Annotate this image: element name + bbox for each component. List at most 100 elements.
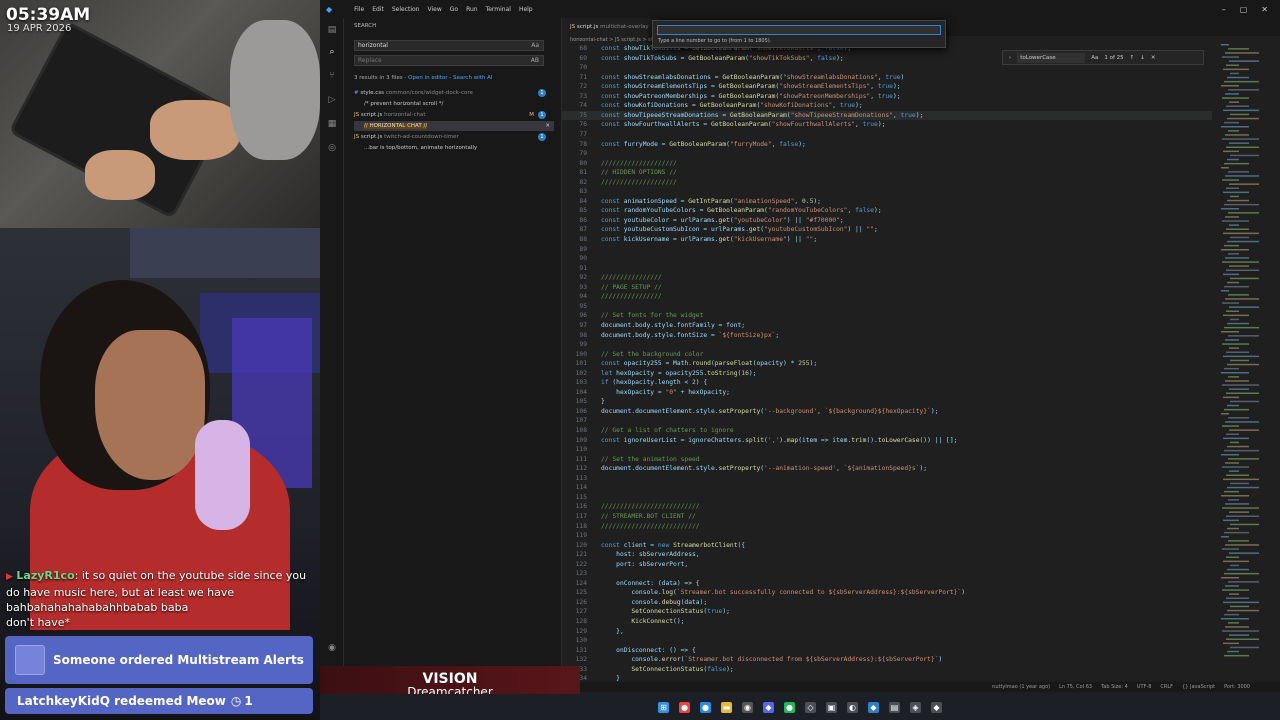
- tab-script-js[interactable]: JS script.js multichat-overlay: [562, 18, 657, 36]
- app-icon[interactable]: ▣: [826, 701, 837, 713]
- status-item[interactable]: UTF-8: [1137, 684, 1152, 690]
- menu-item[interactable]: View: [427, 6, 441, 13]
- folder-icon[interactable]: ▬: [721, 701, 732, 713]
- app-icon[interactable]: ▤: [889, 701, 900, 713]
- spotify-icon[interactable]: ●: [784, 701, 795, 713]
- extensions-icon[interactable]: ▦: [326, 118, 338, 130]
- explorer-icon[interactable]: ▤: [326, 24, 338, 36]
- chrome-icon[interactable]: ●: [679, 701, 690, 713]
- code-line[interactable]: 115: [562, 493, 1212, 503]
- code-line[interactable]: 75 const showTipeeeStreamDonations = GetB…: [562, 110, 1212, 121]
- code-line[interactable]: 79: [562, 149, 1212, 159]
- code-line[interactable]: 89: [562, 245, 1212, 255]
- search-with-ai-link[interactable]: Search with AI: [453, 75, 492, 81]
- status-item[interactable]: Ln 75, Col 63: [1059, 684, 1092, 690]
- code-line[interactable]: 84 const animationSpeed = GetIntParam("an…: [562, 197, 1212, 207]
- find-case-toggle[interactable]: Aa: [1091, 55, 1098, 61]
- code-line[interactable]: 130: [562, 636, 1212, 646]
- open-in-editor-link[interactable]: Open in editor: [408, 75, 447, 81]
- code-line[interactable]: 88 const kickUsername = urlParams.get("ki…: [562, 235, 1212, 245]
- status-item[interactable]: Port: 3000: [1224, 684, 1250, 690]
- code-line[interactable]: 110: [562, 445, 1212, 455]
- code-line[interactable]: 129 },: [562, 627, 1212, 637]
- result-match[interactable]: ...bar is top/bottom, animate horizontal…: [354, 143, 554, 153]
- code-line[interactable]: 111 // Set the animation speed: [562, 455, 1212, 465]
- code-line[interactable]: 126 console.debug(data);: [562, 598, 1212, 608]
- code-line[interactable]: 128 KickConnect();: [562, 617, 1212, 627]
- code-line[interactable]: 72 const showStreamElementsTips = GetBool…: [562, 82, 1212, 92]
- result-match[interactable]: /* prevent horizontal scroll */: [354, 99, 554, 109]
- menu-item[interactable]: Terminal: [486, 6, 511, 13]
- menu-item[interactable]: File: [354, 6, 364, 13]
- code-line[interactable]: 122 port: sbServerPort,: [562, 560, 1212, 570]
- code-line[interactable]: 117 // STREAMER.BOT CLIENT //: [562, 512, 1212, 522]
- find-input[interactable]: toLowerCase: [1017, 52, 1086, 63]
- app-icon[interactable]: ◈: [910, 701, 921, 713]
- find-close-icon[interactable]: ✕: [1151, 55, 1156, 61]
- code-line[interactable]: 102 let hexOpacity = opacity255.toString(…: [562, 369, 1212, 379]
- code-line[interactable]: 78 const furryMode = GetBooleanParam("fur…: [562, 140, 1212, 150]
- code-line[interactable]: 85 const randomYouTubeColors = GetBoolean…: [562, 206, 1212, 216]
- code-line[interactable]: 120 const client = new StreamerbotClient(…: [562, 541, 1212, 551]
- menu-item[interactable]: Run: [466, 6, 478, 13]
- start-icon[interactable]: ⊞: [658, 701, 669, 713]
- code-line[interactable]: 125 console.log(`Streamer.bot successful…: [562, 588, 1212, 598]
- search-input[interactable]: horizontal Aa: [354, 40, 544, 51]
- code-line[interactable]: 96 // Set fonts for the widget: [562, 311, 1212, 321]
- dismiss-icon[interactable]: ✕: [545, 121, 550, 131]
- discord-icon[interactable]: ◆: [763, 701, 774, 713]
- minimize-icon[interactable]: –: [1222, 5, 1226, 14]
- code-line[interactable]: 116 //////////////////////////: [562, 502, 1212, 512]
- code-line[interactable]: 119: [562, 531, 1212, 541]
- code-line[interactable]: 112 document.documentElement.style.setPro…: [562, 464, 1212, 474]
- code-line[interactable]: 99: [562, 340, 1212, 350]
- code-line[interactable]: 76 const showFourthwallAlerts = GetBoolea…: [562, 120, 1212, 130]
- match-case-toggle[interactable]: Aa: [531, 41, 539, 50]
- code-line[interactable]: 131 onDisconnect: () => {: [562, 646, 1212, 656]
- maximize-icon[interactable]: ▢: [1240, 5, 1248, 14]
- next-match-icon[interactable]: ↓: [1140, 55, 1145, 61]
- status-item[interactable]: Tab Size: 4: [1101, 684, 1128, 690]
- code-line[interactable]: 107: [562, 416, 1212, 426]
- code-line[interactable]: 90: [562, 254, 1212, 264]
- result-file[interactable]: JS script.js horizontal-chat M 1: [354, 110, 554, 120]
- code-line[interactable]: 113: [562, 474, 1212, 484]
- code-line[interactable]: 86 const youtubeColor = urlParams.get("yo…: [562, 216, 1212, 226]
- close-icon[interactable]: ✕: [1261, 5, 1268, 14]
- source-control-icon[interactable]: ⑂: [326, 70, 338, 82]
- result-match-selected[interactable]: // HORIZONTAL CHAT // ✕: [354, 121, 554, 131]
- find-expand-icon[interactable]: ›: [1009, 55, 1011, 61]
- replace-input[interactable]: Replace AB: [354, 55, 544, 66]
- code-line[interactable]: 97 document.body.style.fontFamily = font;: [562, 321, 1212, 331]
- run-debug-icon[interactable]: ▷: [326, 94, 338, 106]
- code-line[interactable]: 123: [562, 569, 1212, 579]
- result-file[interactable]: JS script.js twitch-ad-countdown-timer 1: [354, 132, 554, 142]
- code-line[interactable]: 105}: [562, 397, 1212, 407]
- preserve-case-toggle[interactable]: AB: [531, 56, 539, 65]
- code-line[interactable]: 121 host: sbServerAddress,: [562, 550, 1212, 560]
- menu-item[interactable]: Go: [450, 6, 458, 13]
- status-item[interactable]: {} JavaScript: [1182, 684, 1215, 690]
- code-line[interactable]: 71 const showStreamlabsDonations = GetBoo…: [562, 73, 1212, 83]
- code-line[interactable]: 118 //////////////////////////: [562, 522, 1212, 532]
- code-line[interactable]: 133 SetConnectionStatus(false);: [562, 665, 1212, 675]
- result-file[interactable]: # style.css common/core/widget-dock-core…: [354, 88, 554, 98]
- code-line[interactable]: 104 hexOpacity = "0" + hexOpacity;: [562, 388, 1212, 398]
- code-line[interactable]: 124 onConnect: (data) => {: [562, 579, 1212, 589]
- code-line[interactable]: 87 const youtubeCustomSubIcon = urlParams…: [562, 225, 1212, 235]
- code-line[interactable]: 94 ////////////////: [562, 292, 1212, 302]
- code-line[interactable]: 114: [562, 483, 1212, 493]
- code-line[interactable]: 103 if (hexOpacity.length < 2) {: [562, 378, 1212, 388]
- status-item[interactable]: nuttylmao (1 year ago): [992, 684, 1050, 690]
- code-line[interactable]: 101 const opacity255 = Math.round(parseFl…: [562, 359, 1212, 369]
- app-icon[interactable]: ◐: [847, 701, 858, 713]
- code-line[interactable]: 93 // PAGE SETUP //: [562, 283, 1212, 293]
- status-item[interactable]: CRLF: [1160, 684, 1173, 690]
- code-line[interactable]: 91: [562, 264, 1212, 274]
- code-line[interactable]: 73 const showPatreonMemberships = GetBool…: [562, 92, 1212, 102]
- account-icon[interactable]: ◉: [326, 642, 338, 654]
- remote-icon[interactable]: ◎: [326, 142, 338, 154]
- menu-item[interactable]: Edit: [372, 6, 384, 13]
- menu-item[interactable]: Help: [519, 6, 533, 13]
- code-line[interactable]: 100 // Set the background color: [562, 350, 1212, 360]
